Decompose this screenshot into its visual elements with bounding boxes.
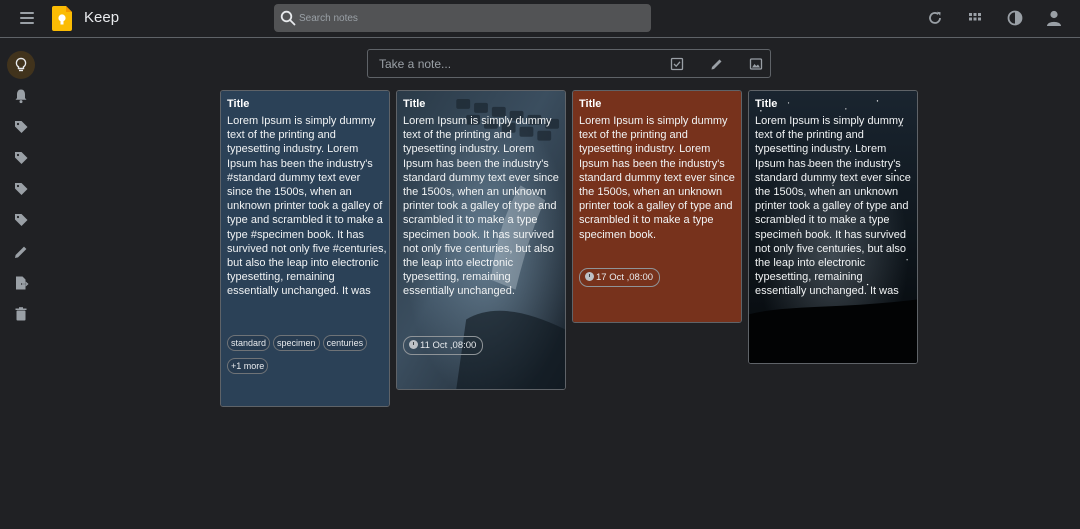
sidebar-item-archive[interactable] bbox=[7, 269, 35, 297]
reminder-time: 17 Oct ,08:00 bbox=[596, 272, 654, 283]
search-input[interactable] bbox=[299, 8, 639, 28]
note-card[interactable]: Title Lorem Ipsum is simply dummy text o… bbox=[396, 90, 566, 390]
pencil-icon bbox=[15, 246, 27, 258]
note-body: Lorem Ipsum is simply dummy text of the … bbox=[227, 115, 387, 298]
bell-icon bbox=[15, 89, 27, 104]
sidebar-item-label-1[interactable] bbox=[7, 113, 35, 141]
reminder-chip[interactable]: 17 Oct ,08:00 bbox=[579, 268, 661, 287]
search-icon[interactable] bbox=[280, 10, 296, 26]
brush-icon[interactable] bbox=[710, 57, 724, 71]
note-labels: standard specimen centuries +1 more bbox=[227, 333, 387, 379]
label-chip[interactable]: centuries bbox=[322, 335, 368, 351]
label-icon bbox=[15, 214, 28, 226]
keep-logo bbox=[52, 6, 72, 31]
label-icon bbox=[15, 183, 28, 195]
lightbulb-icon bbox=[15, 57, 27, 72]
label-icon bbox=[15, 121, 28, 133]
reminder-time: 11 Oct ,08:00 bbox=[420, 340, 477, 351]
reminder-chip[interactable]: 11 Oct ,08:00 bbox=[403, 336, 484, 355]
account-icon[interactable] bbox=[1045, 9, 1063, 27]
sidebar bbox=[0, 38, 42, 338]
sidebar-item-edit-labels[interactable] bbox=[7, 238, 35, 266]
search-bar[interactable] bbox=[274, 4, 651, 32]
note-body: Lorem Ipsum is simply dummy text of the … bbox=[403, 115, 559, 298]
trash-icon bbox=[15, 307, 27, 321]
sidebar-item-reminders[interactable] bbox=[7, 82, 35, 110]
note-card[interactable]: Title Lorem Ipsum is simply dummy text o… bbox=[220, 90, 390, 407]
top-app-bar: Keep bbox=[0, 0, 1080, 38]
more-labels-chip[interactable]: +1 more bbox=[227, 358, 269, 374]
clock-icon bbox=[585, 272, 594, 281]
note-title: Title bbox=[755, 98, 778, 110]
archive-icon bbox=[16, 276, 29, 290]
app-title: Keep bbox=[84, 9, 120, 26]
sidebar-item-label-4[interactable] bbox=[7, 206, 35, 234]
note-body: Lorem Ipsum is simply dummy text of the … bbox=[579, 115, 735, 241]
note-title: Title bbox=[227, 98, 250, 110]
sidebar-item-label-2[interactable] bbox=[7, 144, 35, 172]
label-icon bbox=[15, 152, 28, 164]
note-title: Title bbox=[403, 98, 426, 110]
sidebar-item-trash[interactable] bbox=[7, 300, 35, 328]
note-card[interactable]: Title Lorem Ipsum is simply dummy text o… bbox=[572, 90, 742, 323]
take-note-bar[interactable]: Take a note... bbox=[367, 49, 771, 78]
note-body: Lorem Ipsum is simply dummy text of the … bbox=[755, 115, 911, 298]
note-title: Title bbox=[579, 98, 602, 110]
theme-toggle-icon[interactable] bbox=[1006, 9, 1024, 27]
sidebar-item-label-3[interactable] bbox=[7, 175, 35, 203]
sidebar-item-notes[interactable] bbox=[7, 51, 35, 79]
label-chip[interactable]: standard bbox=[227, 335, 271, 351]
checkbox-icon[interactable] bbox=[670, 57, 684, 71]
apps-grid-icon[interactable] bbox=[966, 9, 984, 27]
note-card[interactable]: Title Lorem Ipsum is simply dummy text o… bbox=[748, 90, 918, 364]
label-chip[interactable]: specimen bbox=[273, 335, 320, 351]
refresh-icon[interactable] bbox=[926, 9, 944, 27]
image-icon[interactable] bbox=[749, 57, 763, 71]
menu-icon[interactable] bbox=[16, 9, 38, 29]
clock-icon bbox=[409, 340, 418, 349]
take-note-placeholder[interactable]: Take a note... bbox=[379, 57, 451, 71]
